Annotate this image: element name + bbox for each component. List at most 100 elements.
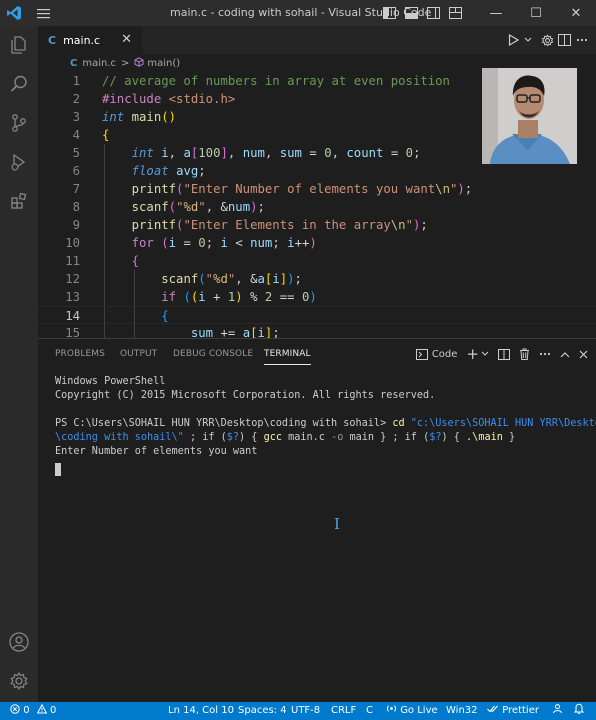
- mouse-ibeam-cursor: I: [334, 515, 340, 533]
- code-line: 8 scanf("%d", &num);: [38, 198, 596, 216]
- more-actions-icon[interactable]: [573, 26, 590, 54]
- window-title: main.c - coding with sohail - Visual Stu…: [170, 6, 432, 19]
- indentation-status[interactable]: Spaces: 4: [238, 702, 287, 720]
- split-terminal-icon[interactable]: [498, 339, 510, 369]
- terminal-cmd-run: .\main: [466, 432, 503, 443]
- tab-problems[interactable]: PROBLEMS: [55, 339, 105, 369]
- terminal-line: Windows PowerShell: [55, 376, 166, 387]
- terminal-cursor: [55, 463, 61, 476]
- accounts-icon[interactable]: [0, 623, 38, 661]
- terminal-text: ) {: [441, 432, 467, 443]
- terminal-path: \coding with sohail\": [55, 432, 184, 443]
- toggle-sidebar-icon[interactable]: [378, 0, 400, 26]
- accounts-status-icon[interactable]: [552, 702, 563, 720]
- terminal-cmd-cd: cd: [392, 418, 411, 429]
- terminal-var: $?: [226, 432, 240, 443]
- activity-bar: [0, 26, 38, 702]
- line-number: 10: [65, 236, 80, 250]
- extensions-icon[interactable]: [0, 182, 38, 220]
- terminal-line: Copyright (C) 2015 Microsoft Corporation…: [55, 390, 436, 401]
- terminal-instance-icon[interactable]: [415, 339, 428, 369]
- code-line: 6 float avg;: [38, 162, 596, 180]
- prettier-status[interactable]: Prettier: [487, 702, 539, 720]
- terminal-prompt: PS C:\Users\SOHAIL HUN YRR\Desktop\codin…: [55, 418, 393, 429]
- line-number: 7: [72, 182, 80, 196]
- double-check-icon: [487, 705, 498, 713]
- terminal-path: "c:\Users\SOHAIL HUN YRR\Desktop: [410, 418, 596, 429]
- line-number: 14: [65, 309, 80, 323]
- line-number: 3: [72, 110, 80, 124]
- bottom-panel: PROBLEMS OUTPUT DEBUG CONSOLE TERMINAL C…: [38, 338, 596, 702]
- more-panel-actions-icon[interactable]: [539, 339, 551, 369]
- title-bar: main.c - coding with sohail - Visual Stu…: [0, 0, 596, 26]
- toggle-secondary-sidebar-icon[interactable]: [422, 0, 444, 26]
- breadcrumb-symbol[interactable]: main(): [147, 58, 180, 69]
- maximize-button[interactable]: ☐: [516, 0, 556, 26]
- tab-output[interactable]: OUTPUT: [120, 339, 157, 369]
- notifications-bell-icon[interactable]: [573, 702, 585, 720]
- code-text: #include <stdio.h>: [102, 92, 236, 106]
- tab-terminal[interactable]: TERMINAL: [264, 339, 311, 369]
- editor-tab-bar: C main.c ✕: [38, 26, 596, 54]
- maximize-panel-chevron-up-icon[interactable]: [560, 339, 570, 369]
- tab-debug-console[interactable]: DEBUG CONSOLE: [173, 339, 253, 369]
- code-text: for (i = 0; i < num; i++): [131, 236, 317, 250]
- code-line: 15 sum += a[i];: [38, 324, 596, 338]
- close-tab-icon[interactable]: ✕: [121, 32, 132, 47]
- tab-label: main.c: [63, 33, 101, 47]
- manage-gear-icon[interactable]: [0, 662, 38, 700]
- webcam-overlay: [482, 68, 577, 164]
- encoding-status[interactable]: UTF-8: [291, 702, 320, 720]
- code-text: // average of numbers in array at even p…: [102, 74, 450, 88]
- run-debug-icon[interactable]: [0, 143, 38, 181]
- terminal-cmd-gcc: gcc: [263, 432, 282, 443]
- eol-status[interactable]: CRLF: [331, 702, 356, 720]
- terminal-instance-name[interactable]: Code: [432, 339, 458, 369]
- minimize-button[interactable]: —: [476, 0, 516, 26]
- customize-layout-icon[interactable]: [444, 0, 466, 26]
- code-text: sum += a[i];: [190, 326, 280, 338]
- code-text: int main(): [102, 110, 177, 124]
- line-number: 9: [72, 218, 80, 232]
- warning-count: 0: [49, 705, 57, 716]
- language-mode[interactable]: C: [366, 702, 373, 720]
- breadcrumb-file[interactable]: main.c: [82, 58, 116, 69]
- tab-main-c[interactable]: C main.c ✕: [38, 26, 142, 54]
- settings-gear-icon[interactable]: [539, 26, 556, 54]
- run-dropdown-chevron-icon[interactable]: [522, 26, 534, 54]
- menu-hamburger-icon[interactable]: [28, 0, 58, 26]
- go-live-button[interactable]: Go Live: [386, 702, 438, 720]
- c-file-small-icon: C: [70, 57, 78, 69]
- kill-terminal-trash-icon[interactable]: [519, 339, 530, 369]
- split-editor-icon[interactable]: [556, 26, 573, 54]
- new-terminal-icon[interactable]: +: [466, 339, 479, 369]
- code-text: printf("Enter Number of elements you wan…: [131, 182, 473, 196]
- close-window-button[interactable]: ✕: [556, 0, 596, 26]
- terminal-text: main.c: [281, 432, 332, 443]
- platform-status[interactable]: Win32: [446, 702, 478, 720]
- line-number: 6: [72, 164, 80, 178]
- line-number: 1: [72, 74, 80, 88]
- search-icon[interactable]: [0, 65, 38, 103]
- terminal-output[interactable]: Windows PowerShell Copyright (C) 2015 Mi…: [55, 375, 596, 459]
- code-text: {: [131, 254, 140, 268]
- code-line: 13 if ((i + 1) % 2 == 0): [38, 288, 596, 306]
- code-text: {: [161, 309, 169, 323]
- source-control-icon[interactable]: [0, 104, 38, 142]
- function-symbol-icon: [134, 56, 144, 70]
- cursor-position[interactable]: Ln 14, Col 10: [168, 702, 234, 720]
- error-count: 0: [23, 705, 30, 716]
- line-number: 15: [65, 326, 80, 338]
- run-code-icon[interactable]: [505, 26, 522, 54]
- problems-status[interactable]: 0 0: [10, 702, 56, 720]
- close-panel-icon[interactable]: [579, 339, 588, 369]
- line-number: 5: [72, 146, 80, 160]
- explorer-icon[interactable]: [0, 26, 38, 64]
- terminal-line: Enter Number of elements you want: [55, 446, 258, 457]
- toggle-panel-icon[interactable]: [400, 0, 422, 26]
- terminal-text: ) {: [239, 432, 264, 443]
- terminal-text: main } ; if (: [343, 432, 430, 443]
- warning-icon: [36, 703, 47, 714]
- line-number: 11: [65, 254, 80, 268]
- new-terminal-dropdown-icon[interactable]: [481, 339, 489, 369]
